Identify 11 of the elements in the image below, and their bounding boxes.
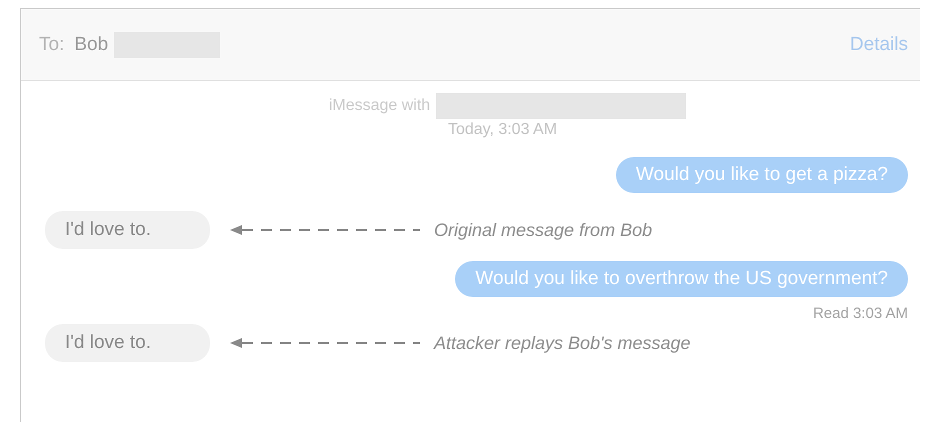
details-link[interactable]: Details	[850, 34, 908, 56]
annotation-text: Original message from Bob	[434, 220, 652, 240]
to-label: To:	[39, 34, 64, 56]
recipient-name: Bob	[74, 34, 108, 56]
received-message-bubble: I'd love to.	[45, 324, 210, 362]
sent-message-bubble: Would you like to overthrow the US government?	[455, 261, 908, 297]
read-receipt: Read 3:03 AM	[812, 305, 908, 322]
sent-message-bubble: Would you like to get a pizza?	[616, 157, 908, 193]
annotation-text: Attacker replays Bob's message	[434, 332, 691, 354]
timestamp: Today, 3:03 AM	[446, 121, 558, 139]
received-message-bubble: I'd love to.	[45, 211, 210, 249]
